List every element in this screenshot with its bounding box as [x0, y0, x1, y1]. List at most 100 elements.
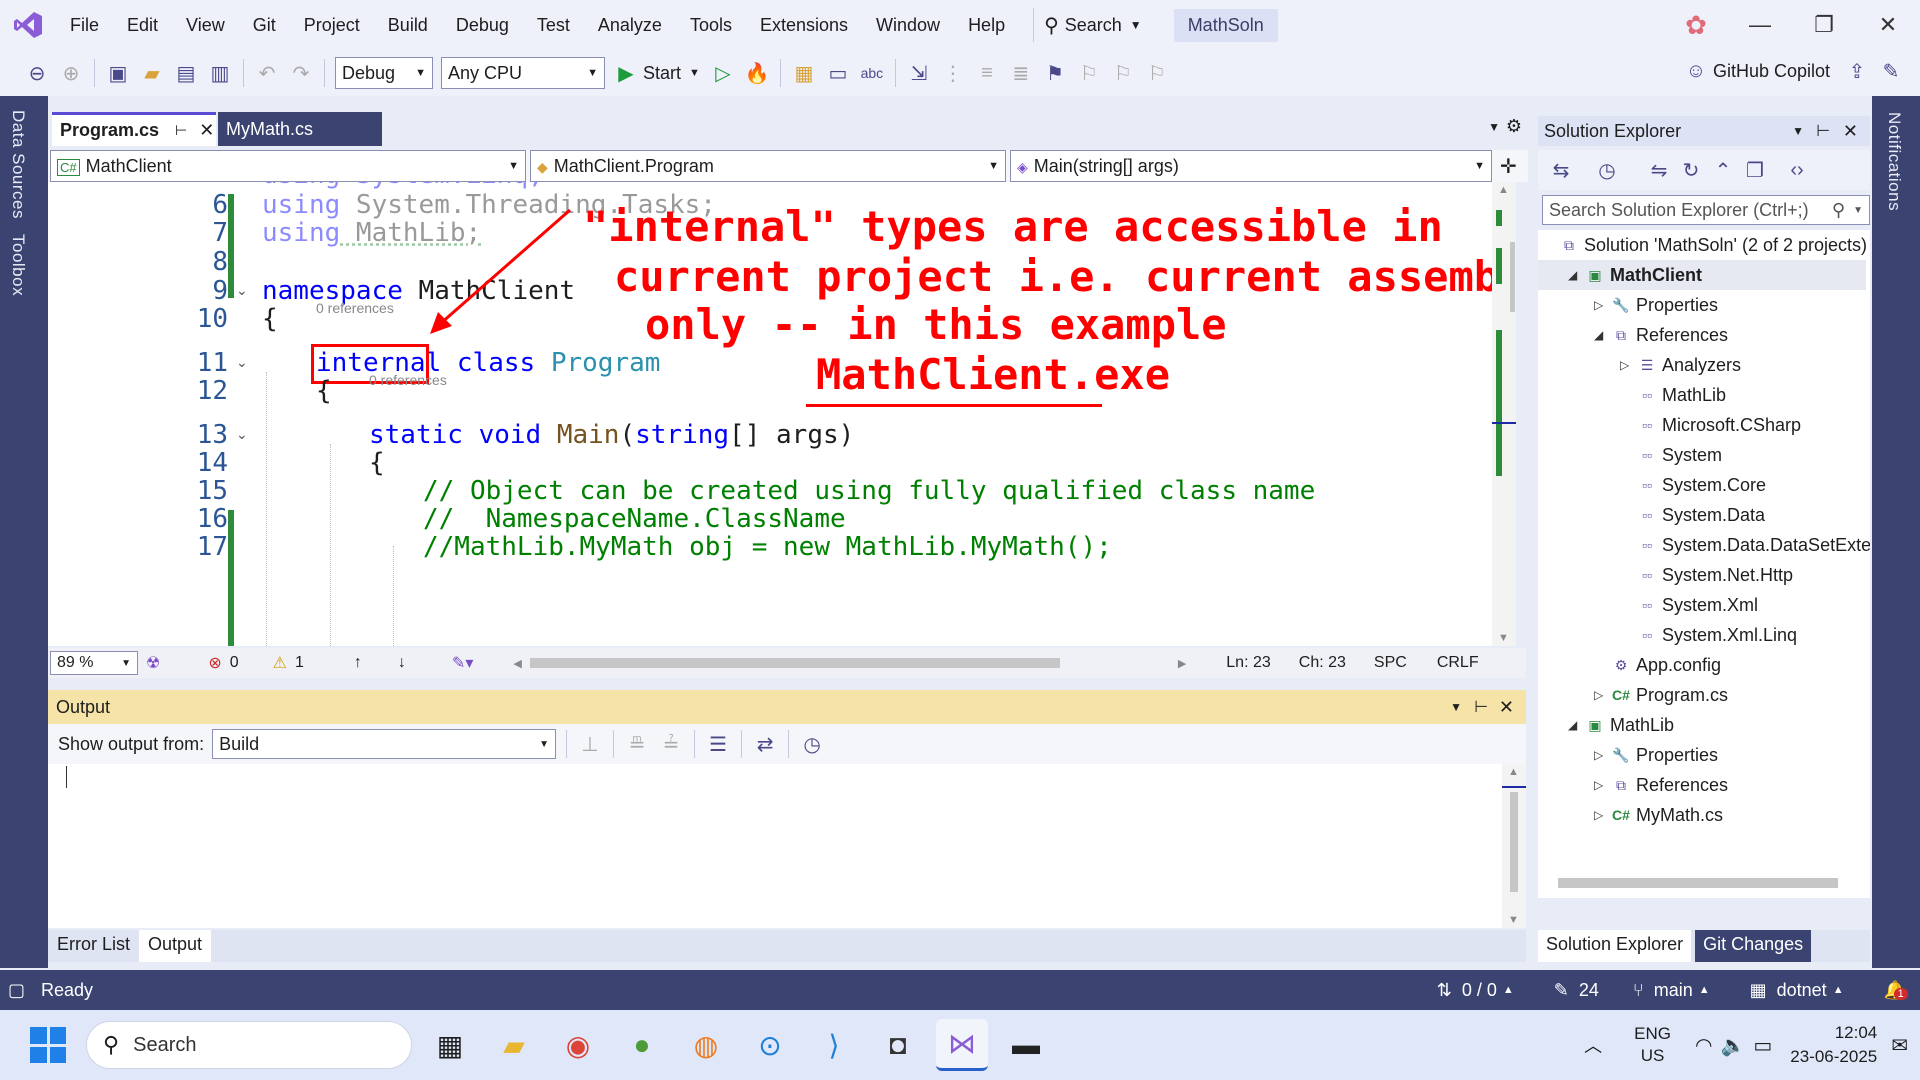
bell-icon[interactable]: 🔔1 — [1884, 980, 1908, 1001]
tree-item[interactable]: ▷ C# Program.cs — [1594, 680, 1728, 710]
search-button[interactable]: ⚲ Search ▼ — [1033, 8, 1152, 42]
configuration-select[interactable]: Debug ▼ — [335, 57, 433, 89]
find-message-icon[interactable]: ⊥ — [575, 729, 605, 759]
menu-edit[interactable]: Edit — [113, 0, 172, 50]
switch-views-icon[interactable]: ⇆ — [1546, 155, 1576, 185]
share-icon[interactable]: ⇪ — [1842, 56, 1872, 86]
tree-item[interactable]: ▫▫ MathLib — [1620, 380, 1726, 410]
start-button[interactable]: Start — [643, 63, 681, 84]
code-view-icon[interactable]: ‹› — [1782, 155, 1812, 185]
tree-item[interactable]: ▫▫ System.Core — [1620, 470, 1766, 500]
minimize-icon[interactable]: — — [1728, 12, 1792, 38]
collapse-icon[interactable]: ⌄ — [236, 426, 248, 443]
menu-git[interactable]: Git — [239, 0, 290, 50]
windows-start-icon[interactable] — [30, 1027, 66, 1063]
menu-test[interactable]: Test — [523, 0, 584, 50]
language-indicator[interactable]: ENG US — [1634, 1023, 1671, 1067]
tree-item[interactable]: ▷ 🔧 Properties — [1594, 740, 1718, 770]
solution-folder-icon[interactable]: ▦ — [789, 58, 819, 88]
column-indicator[interactable]: Ch: 23 — [1299, 654, 1346, 672]
bookmark-next-icon[interactable]: ⚐ — [1108, 58, 1138, 88]
expanded-arrow-icon[interactable]: ◢ — [1568, 268, 1584, 282]
collapse-icon[interactable]: ⌄ — [236, 282, 248, 299]
member-dropdown[interactable]: ◈ Main(string[] args) ▼ — [1010, 150, 1492, 182]
tab-error-list[interactable]: Error List — [48, 930, 139, 962]
notifications-tab[interactable]: Notifications — [1884, 112, 1904, 211]
toolbox-tab[interactable]: Toolbox — [8, 234, 28, 296]
collapsed-arrow-icon[interactable]: ▷ — [1594, 808, 1610, 822]
solution-explorer-search[interactable]: Search Solution Explorer (Ctrl+;) ⚲ ▼ — [1542, 195, 1870, 225]
chevron-down-icon[interactable]: ▼ — [1853, 205, 1863, 216]
file-explorer-icon[interactable]: ▰ — [488, 1019, 540, 1071]
menu-debug[interactable]: Debug — [442, 0, 523, 50]
save-all-icon[interactable]: ▥ — [205, 58, 235, 88]
type-dropdown[interactable]: ◆ MathClient.Program ▼ — [530, 150, 1006, 182]
comment-icon[interactable]: ≡ — [972, 58, 1002, 88]
code-cleanup-icon[interactable]: ☢ — [146, 653, 160, 673]
horizontal-scrollbar[interactable] — [529, 658, 1060, 668]
menu-window[interactable]: Window — [862, 0, 954, 50]
sync-icon[interactable]: ⇋ — [1644, 155, 1674, 185]
save-icon[interactable]: ▤ — [171, 58, 201, 88]
menu-analyze[interactable]: Analyze — [584, 0, 676, 50]
open-folder-icon[interactable]: ▰ — [137, 58, 167, 88]
pin-icon[interactable]: ⊢ — [175, 122, 187, 139]
zoom-tool-icon[interactable]: ⊙ — [744, 1019, 796, 1071]
show-all-files-icon[interactable]: ❐ — [1740, 155, 1770, 185]
github-copilot-icon[interactable]: ☺ — [1681, 56, 1711, 86]
close-icon[interactable]: ✕ — [1856, 12, 1920, 38]
redo-icon[interactable]: ↷ — [286, 58, 316, 88]
tree-item[interactable]: ▫▫ System.Data — [1620, 500, 1765, 530]
scroll-down-icon[interactable]: ▼ — [1498, 632, 1509, 644]
menu-view[interactable]: View — [172, 0, 239, 50]
pin-icon[interactable]: ⊢ — [1816, 121, 1830, 141]
notification-center-icon[interactable]: ✉ — [1891, 1033, 1908, 1058]
chevron-down-icon[interactable]: ▼ — [1450, 700, 1462, 714]
collapse-icon[interactable]: ⌄ — [236, 354, 248, 371]
tab-program-cs[interactable]: Program.cs ⊢ ✕ — [52, 112, 216, 146]
tree-item[interactable]: ▷ ☰ Analyzers — [1620, 350, 1741, 380]
terminal-icon[interactable]: ▬ — [1000, 1019, 1052, 1071]
repository-name[interactable]: dotnet — [1777, 980, 1827, 1001]
incoming-outgoing-count[interactable]: 0 / 0 — [1462, 980, 1497, 1001]
restore-icon[interactable]: ❐ — [1792, 12, 1856, 38]
battery-icon[interactable]: ▭ — [1753, 1033, 1772, 1058]
volume-icon[interactable]: 🔈 — [1720, 1033, 1745, 1058]
feedback-icon[interactable]: ✎ — [1876, 56, 1906, 86]
layout-icon[interactable]: ▭ — [823, 58, 853, 88]
collapse-all-icon[interactable]: ⌃ — [1708, 155, 1738, 185]
tab-solution-explorer[interactable]: Solution Explorer — [1538, 930, 1692, 962]
close-icon[interactable]: ✕ — [1499, 697, 1514, 718]
expanded-arrow-icon[interactable]: ◢ — [1568, 718, 1584, 732]
word-wrap-icon[interactable]: ⇄ — [750, 729, 780, 759]
output-source-select[interactable]: Build ▼ — [212, 729, 557, 759]
account-avatar-icon[interactable]: ✿ — [1664, 10, 1728, 41]
pin-icon[interactable]: ⊢ — [1474, 697, 1488, 717]
collapsed-arrow-icon[interactable]: ▷ — [1620, 358, 1636, 372]
undo-icon[interactable]: ↶ — [252, 58, 282, 88]
chevron-down-icon[interactable]: ▼ — [1792, 124, 1804, 138]
collapsed-arrow-icon[interactable]: ▷ — [1594, 778, 1610, 792]
history-icon[interactable]: ◷ — [1592, 155, 1622, 185]
tree-item[interactable]: ▷ ⧉ References — [1594, 770, 1728, 800]
gear-icon[interactable]: ⚙ — [1506, 116, 1522, 137]
tab-git-changes[interactable]: Git Changes — [1695, 930, 1812, 962]
start-without-debugging-icon[interactable]: ▷ — [708, 58, 738, 88]
whitespace-indicator[interactable]: SPC — [1374, 654, 1407, 672]
pending-changes-count[interactable]: 24 — [1579, 980, 1599, 1001]
vscode-icon[interactable]: ⟩ — [808, 1019, 860, 1071]
format-icon[interactable]: ⋮ — [938, 58, 968, 88]
tree-item[interactable]: ◢ ⧉ References — [1594, 320, 1728, 350]
tree-item[interactable]: ▷ 🔧 Properties — [1594, 290, 1718, 320]
tab-output[interactable]: Output — [139, 930, 212, 962]
scroll-up-icon[interactable]: ▲ — [1508, 766, 1519, 778]
arrow-up-icon[interactable]: ↑ — [354, 654, 362, 672]
tree-item[interactable]: ▫▫ System — [1620, 440, 1722, 470]
forward-icon[interactable]: ⊕ — [56, 58, 86, 88]
codelens-references[interactable]: 0 references — [369, 372, 447, 388]
expanded-arrow-icon[interactable]: ◢ — [1594, 328, 1610, 342]
code-editor[interactable]: using System.Linq; 6 using System.Thread… — [48, 182, 1516, 646]
horizontal-scrollbar[interactable] — [1558, 878, 1838, 888]
split-icon[interactable]: ✛ — [1500, 154, 1517, 179]
tree-item[interactable]: ⚙ App.config — [1594, 650, 1721, 680]
